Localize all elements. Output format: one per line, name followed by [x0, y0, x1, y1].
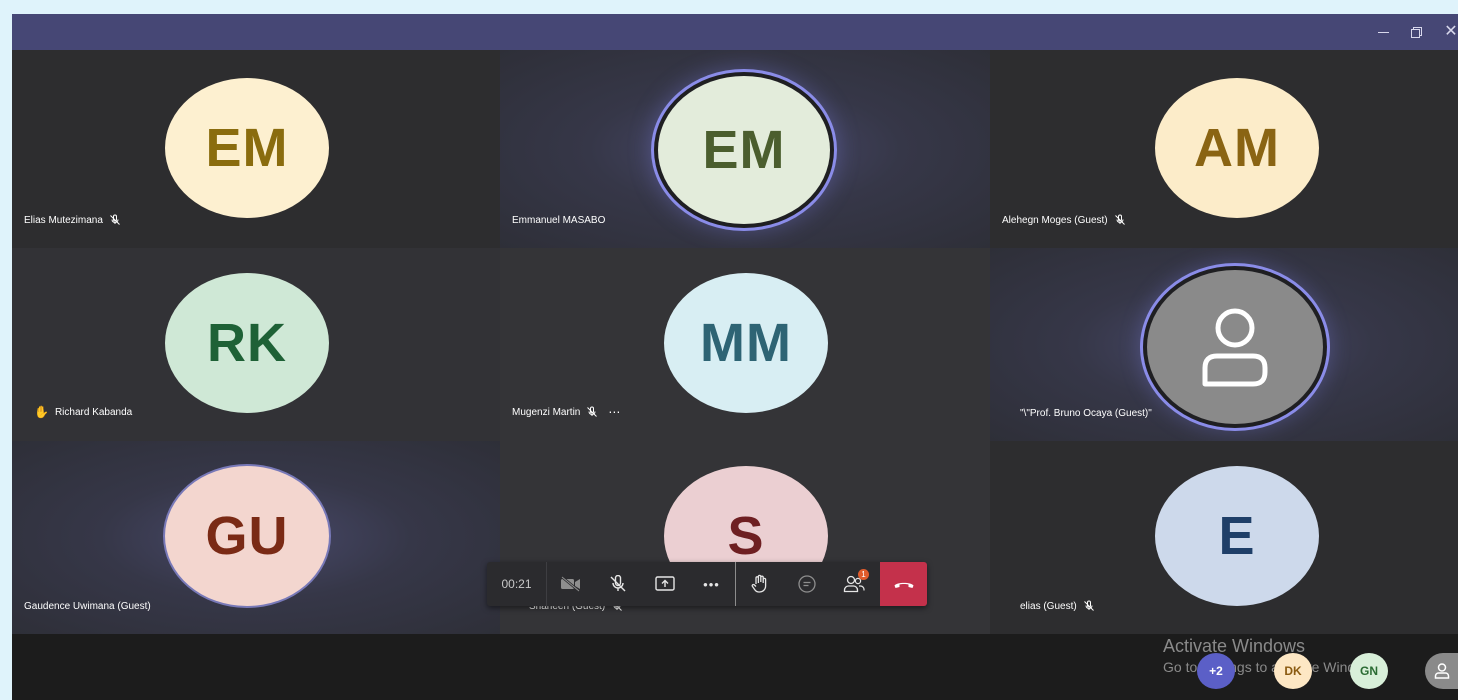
- camera-off-icon: [560, 576, 580, 592]
- participant-tile[interactable]: MM Mugenzi Martin ⋯: [500, 248, 990, 441]
- person-icon: [1434, 663, 1449, 679]
- mic-off-icon: [1114, 214, 1125, 225]
- participant-name-label: Gaudence Uwimana (Guest): [24, 601, 151, 612]
- participant-tile[interactable]: EM Elias Mutezimana: [12, 50, 500, 248]
- mic-off-icon: [587, 406, 598, 417]
- participant-name: "\"Prof. Bruno Ocaya (Guest)": [1020, 408, 1152, 419]
- participant-name: Alehegn Moges (Guest): [1002, 214, 1108, 226]
- overflow-avatar[interactable]: GN: [1350, 653, 1388, 689]
- person-icon: [1202, 308, 1268, 387]
- close-button[interactable]: ✕: [1436, 20, 1458, 44]
- avatar: EM: [658, 76, 830, 224]
- participant-name-label: "\"Prof. Bruno Ocaya (Guest)": [1020, 408, 1152, 419]
- participant-tile[interactable]: E elias (Guest): [990, 441, 1458, 634]
- participant-name: Emmanuel MASABO: [512, 215, 606, 226]
- participant-name: Elias Mutezimana: [24, 214, 103, 226]
- mic-toggle-button[interactable]: [594, 562, 641, 606]
- share-screen-button[interactable]: [641, 562, 688, 606]
- raise-hand-icon: [751, 574, 766, 593]
- video-grid: EM Elias Mutezimana EM Emmanuel MASABO A…: [12, 50, 1458, 634]
- mic-off-icon: [1083, 600, 1094, 611]
- participant-name: Mugenzi Martin: [512, 406, 581, 418]
- meeting-window: ✕ EM Elias Mutezimana EM Emmanuel MASABO…: [12, 14, 1458, 700]
- overflow-avatar-generic[interactable]: [1425, 653, 1458, 689]
- participant-name-label: elias (Guest): [1020, 600, 1095, 612]
- participant-tile[interactable]: RK ✋ Richard Kabanda: [12, 248, 500, 441]
- mic-off-icon: [110, 214, 120, 225]
- avatar: [1147, 270, 1323, 424]
- avatar: EM: [165, 78, 329, 218]
- participant-tile[interactable]: GU Gaudence Uwimana (Guest): [12, 441, 500, 634]
- restore-button[interactable]: [1402, 20, 1432, 44]
- call-controls-toolbar: 00:21 ••• 1: [487, 562, 927, 606]
- participant-tile[interactable]: "\"Prof. Bruno Ocaya (Guest)": [990, 248, 1458, 441]
- more-icon: •••: [703, 576, 720, 592]
- participants-button[interactable]: 1: [830, 562, 877, 606]
- avatar: MM: [664, 273, 828, 413]
- chat-button[interactable]: [783, 562, 830, 606]
- participant-tile[interactable]: AM Alehegn Moges (Guest): [990, 50, 1458, 248]
- participant-name: elias (Guest): [1020, 600, 1077, 612]
- overflow-count-avatar[interactable]: +2: [1197, 653, 1235, 689]
- avatar: GU: [165, 466, 329, 606]
- participant-name-label: Elias Mutezimana: [24, 214, 121, 226]
- minimize-icon: [1378, 32, 1389, 33]
- chat-icon: [797, 575, 816, 593]
- participant-name-label: ✋ Richard Kabanda: [34, 405, 132, 419]
- participant-name-label: Alehegn Moges (Guest): [1002, 214, 1126, 226]
- close-icon: ✕: [1444, 23, 1458, 40]
- minimize-button[interactable]: [1368, 20, 1398, 44]
- avatar: E: [1155, 466, 1319, 606]
- hang-up-button[interactable]: [880, 562, 927, 606]
- participant-name-label: Emmanuel MASABO: [512, 215, 605, 226]
- raise-hand-button[interactable]: [736, 562, 783, 606]
- more-options-icon[interactable]: ⋯: [608, 405, 621, 419]
- avatar: AM: [1155, 78, 1319, 218]
- watermark-title: Activate Windows: [1163, 636, 1306, 656]
- camera-toggle-button[interactable]: [547, 562, 594, 606]
- participants-badge: 1: [858, 569, 869, 580]
- overflow-avatar[interactable]: DK: [1274, 653, 1312, 689]
- participant-tile[interactable]: EM Emmanuel MASABO: [500, 50, 990, 248]
- call-timer: 00:21: [487, 562, 547, 606]
- title-bar: ✕: [12, 14, 1458, 50]
- participant-name: Gaudence Uwimana (Guest): [24, 601, 151, 612]
- share-screen-icon: [654, 576, 675, 591]
- participant-name-label: Mugenzi Martin ⋯: [512, 405, 621, 419]
- avatar: RK: [165, 273, 329, 413]
- hang-up-icon: [894, 582, 913, 588]
- more-actions-button[interactable]: •••: [688, 562, 735, 606]
- raised-hand-icon: ✋: [34, 405, 49, 419]
- participant-name: Richard Kabanda: [54, 406, 133, 418]
- mic-off-icon: [610, 575, 625, 592]
